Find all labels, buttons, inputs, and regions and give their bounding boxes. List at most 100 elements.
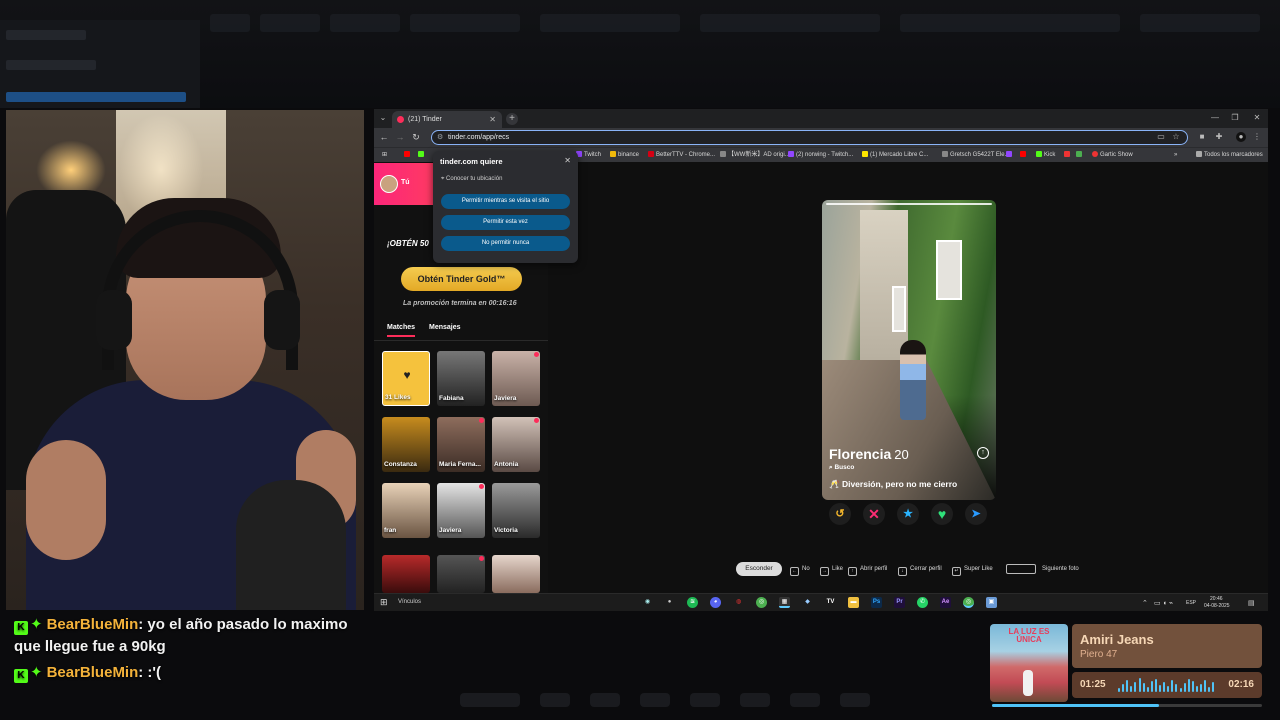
tab-tinder[interactable]: (21) Tinder ✕ (392, 111, 502, 128)
discord-icon[interactable]: ◕ (710, 597, 721, 608)
get-gold-button[interactable]: Obtén Tinder Gold™ (401, 267, 522, 291)
tradingview-icon[interactable]: TV (825, 597, 836, 608)
extensions-puzzle-icon[interactable]: ✚ (1214, 132, 1224, 142)
bookmark-youtube2-icon[interactable] (1020, 150, 1028, 161)
rewind-button[interactable]: ↺ (829, 503, 851, 525)
hide-shortcuts-button[interactable]: Esconder (736, 562, 782, 576)
apps-grid-icon[interactable]: ⊞ (382, 150, 387, 161)
network-icon[interactable]: ▭ ◖ ⌁ (1154, 599, 1173, 607)
bookmark-twitch[interactable]: Twitch (576, 150, 601, 161)
app-window-icon[interactable]: ▣ (986, 597, 997, 608)
minimize-icon[interactable]: — (1206, 111, 1224, 125)
match-tile[interactable]: Victoria (492, 483, 540, 538)
bookmark-mercadolibre[interactable]: (1) Mercado Libre C... (862, 150, 928, 161)
bookmark-binance[interactable]: binance (610, 150, 639, 161)
match-tile[interactable]: Fabiana (437, 351, 485, 406)
file-explorer-icon[interactable]: ▬ (848, 597, 859, 608)
extension-icon[interactable]: ■ (1197, 132, 1207, 142)
waveform-bar (1130, 686, 1133, 692)
back-icon[interactable]: ← (378, 131, 390, 144)
nope-button[interactable]: ✕ (863, 503, 885, 525)
spotify-icon[interactable]: ≋ (687, 597, 698, 608)
bookmark-gretsch[interactable]: Gretsch G5422T Ele... (942, 150, 1010, 161)
cast-icon[interactable]: ▭ (1156, 132, 1166, 142)
allow-this-time-button[interactable]: Permitir esta vez (441, 215, 570, 230)
match-name: Maria Ferna... (439, 461, 481, 468)
bookmark-chrome-icon[interactable] (1076, 150, 1084, 161)
tray-chevron-icon[interactable]: ⌃ (1142, 599, 1148, 607)
photoshop-icon[interactable]: Ps (871, 597, 882, 608)
start-icon[interactable]: ⊞ (380, 598, 389, 607)
never-allow-button[interactable]: No permitir nunca (441, 236, 570, 251)
match-tile[interactable]: Javiera (492, 351, 540, 406)
likes-tile[interactable]: ♥ 31 Likes (382, 351, 430, 406)
tab-messages[interactable]: Mensajes (429, 324, 461, 335)
clock-date[interactable]: 04-08-2025 (1204, 603, 1230, 609)
profile-card[interactable]: Florencia 20 ↑ ⌕ Busco 🥂 Diversión, pero … (822, 200, 996, 500)
boost-send-button[interactable]: ➤ (965, 503, 987, 525)
app-icon[interactable]: ▦ (779, 597, 790, 608)
shortcut-no: ← No (790, 566, 810, 576)
chrome-icon[interactable]: ◎ (756, 597, 767, 608)
close-window-icon[interactable]: ✕ (1248, 111, 1266, 125)
open-profile-icon[interactable]: ↑ (977, 447, 989, 459)
new-tab-button[interactable]: + (506, 113, 518, 125)
match-tile[interactable]: Antonia (492, 417, 540, 472)
track-artist: Piero 47 (1080, 649, 1118, 660)
bookmark-red-icon[interactable] (1064, 150, 1072, 161)
app-red-icon[interactable]: ◍ (733, 597, 744, 608)
obs-icon[interactable]: ● (664, 597, 675, 608)
sparkle-badge-icon: ✦ (30, 616, 43, 633)
chrome-active-icon[interactable]: ◎ (963, 597, 974, 608)
all-bookmarks[interactable]: Todos los marcadores (1196, 150, 1263, 161)
close-tab-icon[interactable]: ✕ (489, 111, 496, 128)
tab-search-icon[interactable]: ⌄ (374, 111, 392, 125)
bookmark-gartic[interactable]: Gartic Show (1092, 150, 1133, 161)
steam-icon[interactable]: ◉ (642, 597, 653, 608)
bookmark-norwing[interactable]: (2) norwing - Twitch... (788, 150, 853, 161)
windows-taskbar: ⊞ Vínculos ◉ ● ≋ ◕ ◍ ◎ ▦ ◆ TV ▬ Ps Pr ✆ … (374, 593, 1268, 611)
allow-while-visiting-button[interactable]: Permitir mientras se visita el sitio (441, 194, 570, 209)
more-bookmarks-icon[interactable]: » (1174, 150, 1177, 161)
address-bar[interactable]: ⚙ tinder.com/app/recs (431, 130, 1188, 145)
system-tray: ⌃ ▭ ◖ ⌁ ESP 20:46 04-08-2025 ▤ (1142, 595, 1262, 611)
close-icon[interactable]: ✕ (564, 156, 571, 165)
whatsapp-icon[interactable]: ✆ (917, 597, 928, 608)
match-tile[interactable]: Javiera (437, 483, 485, 538)
links-toolbar[interactable]: Vínculos (398, 596, 421, 609)
bookmark-kick-icon[interactable] (418, 150, 426, 161)
match-tile[interactable]: Maria Ferna... (437, 417, 485, 472)
after-effects-icon[interactable]: Ae (940, 597, 951, 608)
notifications-icon[interactable]: ▤ (1248, 599, 1255, 607)
avatar[interactable] (380, 175, 398, 193)
track-info: Amiri Jeans Piero 47 (1072, 624, 1262, 668)
reload-icon[interactable]: ↻ (410, 131, 422, 144)
premiere-icon[interactable]: Pr (894, 597, 905, 608)
clock-time[interactable]: 20:46 (1210, 596, 1223, 602)
match-tile[interactable] (382, 555, 430, 593)
match-tile[interactable]: fran (382, 483, 430, 538)
bookmark-purple-icon[interactable] (1006, 150, 1014, 161)
match-tile[interactable]: Constanza (382, 417, 430, 472)
match-name: Constanza (384, 461, 417, 468)
match-tile[interactable] (492, 555, 540, 593)
browser-menu-icon[interactable]: ⋮ (1252, 132, 1262, 142)
tab-matches[interactable]: Matches (387, 324, 416, 337)
keyboard-shortcuts-bar: Esconder ← No → Like ↑ Abrir perfil ↓ Cerrar… (736, 562, 1156, 576)
bookmark-ww[interactable]: 【WW新米】AD origi... (720, 150, 790, 161)
profile-label[interactable]: Tú (401, 179, 410, 186)
match-tile[interactable] (437, 555, 485, 593)
bookmark-youtube-icon[interactable] (404, 150, 412, 161)
language-indicator[interactable]: ESP (1186, 600, 1196, 606)
site-info-icon[interactable]: ⚙ (437, 131, 443, 144)
tab-title: (21) Tinder (408, 116, 442, 123)
bookmark-kick[interactable]: Kick (1036, 150, 1055, 161)
super-like-button[interactable]: ★ (897, 503, 919, 525)
restore-icon[interactable]: ❐ (1226, 111, 1244, 125)
bookmark-betterttv[interactable]: BetterTTV - Chrome... (648, 150, 715, 161)
like-button[interactable]: ♥ (931, 503, 953, 525)
forward-icon[interactable]: → (394, 131, 406, 144)
app-blue-icon[interactable]: ◆ (802, 597, 813, 608)
bookmark-star-icon[interactable]: ☆ (1171, 132, 1181, 142)
profile-icon[interactable]: ● (1236, 132, 1246, 142)
